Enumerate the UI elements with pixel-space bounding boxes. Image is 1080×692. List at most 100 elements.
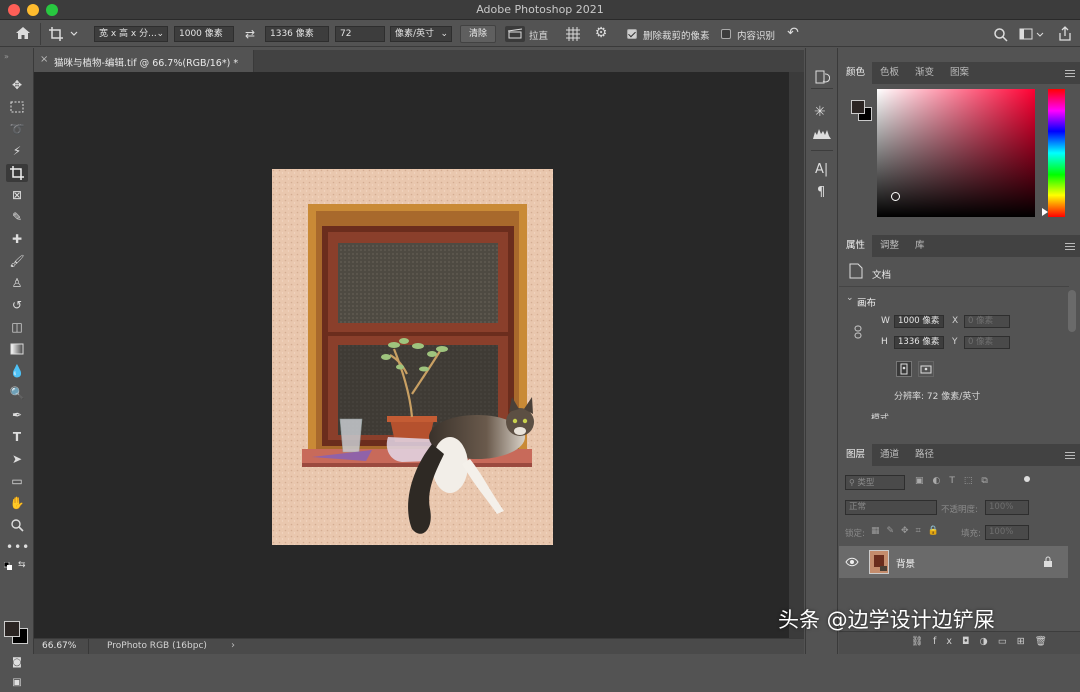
canvas-x-input[interactable]: 0 像素: [964, 315, 1010, 328]
tab-libraries[interactable]: 库: [908, 235, 932, 257]
history-brush-tool-icon[interactable]: ↺: [6, 296, 28, 314]
tab-layers[interactable]: 图层: [839, 444, 873, 466]
foreground-color-swatch[interactable]: [4, 621, 20, 637]
collapse-toolbar-icon[interactable]: »: [4, 52, 9, 61]
crop-width-input[interactable]: 1000 像素: [174, 26, 234, 42]
healing-brush-tool-icon[interactable]: ✚: [6, 230, 28, 248]
move-tool-icon[interactable]: ✥: [6, 76, 28, 94]
color-field[interactable]: [877, 89, 1035, 217]
status-bar: 66.67% ProPhoto RGB (16bpc) ›: [34, 638, 804, 654]
crop-height-input[interactable]: 1336 像素: [265, 26, 329, 42]
canvas-width-input[interactable]: 1000 像素: [894, 315, 944, 328]
blend-mode-select[interactable]: 正常: [845, 500, 937, 515]
more-tools-icon[interactable]: •••: [6, 538, 29, 556]
eraser-tool-icon[interactable]: ◫: [6, 318, 28, 336]
color-picker-cursor: [891, 192, 900, 201]
layer-filter-select[interactable]: ⚲ 类型: [845, 475, 905, 490]
panel-menu-icon[interactable]: [1065, 70, 1075, 77]
filter-toggle-icon[interactable]: [1024, 476, 1030, 482]
crop-tool-icon[interactable]: [6, 164, 28, 182]
magic-wand-tool-icon[interactable]: ⚡: [6, 142, 28, 160]
document-image[interactable]: [272, 169, 553, 545]
layer-filter-icons[interactable]: ▣◐T⬚⧉: [915, 476, 1025, 490]
lock-options-icons[interactable]: ▦✎✥⌗🔒: [871, 526, 946, 536]
zoom-level[interactable]: 66.67%: [42, 641, 76, 651]
document-tab[interactable]: × 猫咪与植物-编辑.tif @ 66.7%(RGB/16*) *: [34, 50, 254, 72]
layer-actions-icons[interactable]: ⛓fx◘◑▭⊞🗑: [911, 636, 1057, 647]
tab-properties[interactable]: 属性: [839, 235, 873, 257]
marquee-tool-icon[interactable]: [6, 98, 28, 116]
screen-mode-icon[interactable]: ▣: [6, 674, 28, 692]
resolution-unit-value: 像素/英寸: [395, 29, 435, 39]
blur-tool-icon[interactable]: 💧: [6, 362, 28, 380]
crop-tool-preset-icon[interactable]: [48, 26, 80, 42]
content-aware-checkbox[interactable]: [721, 29, 731, 39]
home-icon[interactable]: [14, 26, 32, 45]
delete-cropped-checkbox[interactable]: [627, 29, 637, 39]
gradient-tool-icon[interactable]: [6, 340, 28, 358]
tab-paths[interactable]: 路径: [908, 444, 941, 466]
tab-patterns[interactable]: 图案: [943, 62, 976, 84]
tab-channels[interactable]: 通道: [873, 444, 906, 466]
canvas-vertical-scrollbar[interactable]: [789, 72, 804, 638]
properties-scrollbar[interactable]: [1068, 290, 1076, 332]
resolution-text: 分辨率: 72 像素/英寸: [894, 392, 981, 402]
reset-icon[interactable]: ↶: [784, 25, 802, 41]
pen-tool-icon[interactable]: ✒: [6, 406, 28, 424]
resolution-unit-select[interactable]: 像素/英寸 ⌄: [390, 26, 452, 42]
tab-adjustments[interactable]: 调整: [873, 235, 906, 257]
chevron-down-icon[interactable]: ⌄: [846, 293, 854, 303]
hue-slider[interactable]: [1048, 89, 1065, 217]
opacity-input[interactable]: 100%: [985, 500, 1029, 515]
close-tab-icon[interactable]: ×: [40, 54, 48, 65]
layers-footer: ⛓fx◘◑▭⊞🗑: [839, 631, 1080, 654]
type-tool-icon[interactable]: T: [6, 428, 28, 446]
character-panel-icon[interactable]: A|: [815, 162, 828, 177]
panel-menu-icon[interactable]: [1065, 243, 1075, 250]
clone-stamp-tool-icon[interactable]: ♙: [6, 274, 28, 292]
canvas-height-input[interactable]: 1336 像素: [894, 336, 944, 349]
hand-tool-icon[interactable]: ✋: [6, 494, 28, 512]
canvas-y-input[interactable]: 0 像素: [964, 336, 1010, 349]
eyedropper-tool-icon[interactable]: ✎: [6, 208, 28, 226]
layer-row[interactable]: 背景: [839, 546, 1068, 578]
frame-tool-icon[interactable]: ⊠: [6, 186, 28, 204]
resolution-input[interactable]: 72: [335, 26, 385, 42]
tab-gradients[interactable]: 渐变: [908, 62, 941, 84]
swap-dimensions-icon[interactable]: ⇄: [241, 26, 259, 42]
link-icon[interactable]: [853, 325, 865, 339]
workspace-icon[interactable]: [1019, 27, 1045, 43]
navigator-panel-icon[interactable]: ✳: [814, 104, 826, 120]
paragraph-panel-icon[interactable]: ¶: [817, 185, 825, 200]
histogram-panel-icon[interactable]: [812, 126, 832, 140]
search-icon[interactable]: [993, 27, 1009, 43]
zoom-tool-icon[interactable]: [6, 516, 28, 534]
hue-slider-handle[interactable]: [1042, 208, 1048, 216]
straighten-icon[interactable]: [505, 26, 525, 42]
clear-button[interactable]: 清除: [460, 25, 496, 43]
quick-mask-icon[interactable]: ◙: [6, 654, 28, 672]
portrait-orientation-button[interactable]: [896, 361, 912, 377]
path-selection-tool-icon[interactable]: ➤: [6, 450, 28, 468]
brush-tool-icon[interactable]: 🖌: [6, 252, 28, 270]
history-panel-icon[interactable]: [814, 68, 831, 86]
landscape-orientation-button[interactable]: [918, 361, 934, 377]
foreground-color-chip[interactable]: [851, 100, 865, 114]
dodge-tool-icon[interactable]: 🔍: [6, 384, 28, 402]
ratio-preset-select[interactable]: 宽 x 高 x 分... ⌄: [94, 26, 168, 42]
default-colors-icon[interactable]: [3, 561, 12, 570]
tab-swatches[interactable]: 色板: [873, 62, 906, 84]
share-icon[interactable]: [1057, 26, 1073, 42]
canvas-section-heading: 画布: [857, 298, 877, 309]
rectangle-tool-icon[interactable]: ▭: [6, 472, 28, 490]
status-menu-arrow[interactable]: ›: [231, 640, 235, 651]
overlay-grid-icon[interactable]: [564, 26, 582, 42]
panel-menu-icon[interactable]: [1065, 452, 1075, 459]
canvas-area[interactable]: [34, 72, 789, 638]
swap-colors-icon[interactable]: ⇆: [18, 560, 26, 570]
eye-icon[interactable]: [845, 555, 859, 569]
gear-icon[interactable]: ⚙: [592, 25, 610, 41]
lasso-tool-icon[interactable]: ➰: [6, 120, 28, 138]
fill-input[interactable]: 100%: [985, 525, 1029, 540]
tab-color[interactable]: 颜色: [839, 62, 873, 84]
